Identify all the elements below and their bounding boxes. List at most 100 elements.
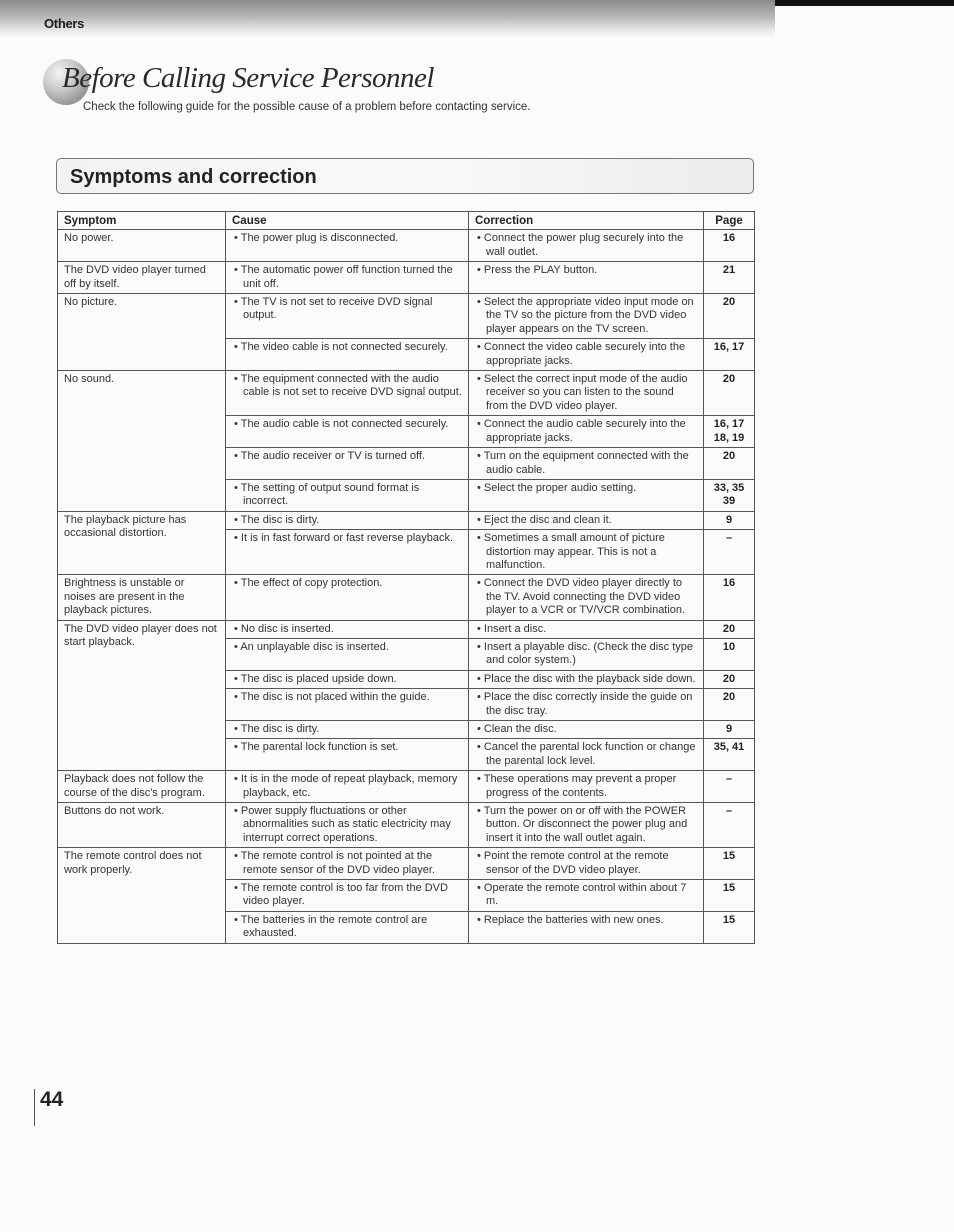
table-row: Buttons do not work. • Power supply fluct… bbox=[57, 802, 755, 849]
correction-text: Sometimes a small amount of picture dist… bbox=[483, 532, 665, 571]
correction-text: Place the disc with the playback side do… bbox=[483, 672, 696, 685]
correction-cell: • Place the disc correctly inside the gu… bbox=[468, 688, 704, 721]
cause-cell: • The remote control is not pointed at t… bbox=[225, 847, 469, 881]
bullet-icon: • bbox=[234, 373, 241, 386]
bullet-icon: • bbox=[234, 622, 241, 635]
symptom-cell: Brightness is unstable or noises are pre… bbox=[57, 574, 226, 621]
page-ref-cell: 35, 41 bbox=[703, 738, 755, 772]
cause-cell: • The audio cable is not connected secur… bbox=[225, 415, 469, 449]
cause-text: The disc is dirty. bbox=[240, 513, 320, 526]
bullet-icon: • bbox=[234, 341, 241, 354]
page-ref-cell: – bbox=[703, 529, 755, 576]
correction-cell: • Insert a disc. bbox=[468, 619, 704, 639]
bullet-icon: • bbox=[477, 850, 484, 863]
correction-cell: • Select the appropriate video input mod… bbox=[468, 293, 704, 340]
correction-text: Eject the disc and clean it. bbox=[483, 513, 612, 526]
header-correction: Correction bbox=[468, 210, 704, 231]
table-row: No power. • The power plug is disconnecte… bbox=[57, 229, 755, 263]
cause-text: The effect of copy protection. bbox=[240, 577, 383, 590]
header-band bbox=[0, 0, 775, 38]
correction-text: Select the proper audio setting. bbox=[483, 481, 637, 494]
bullet-icon: • bbox=[477, 691, 484, 704]
correction-cell: • Press the PLAY button. bbox=[468, 261, 704, 295]
correction-cell: • Connect the power plug securely into t… bbox=[468, 229, 704, 263]
table-row: The DVD video player does not start play… bbox=[57, 619, 755, 772]
symptom-cell: No picture. bbox=[57, 293, 226, 372]
page-number: 44 bbox=[40, 1088, 64, 1111]
correction-text: Connect the power plug securely into the… bbox=[483, 232, 684, 258]
section-header: Symptoms and correction bbox=[56, 158, 754, 194]
cause-cell: • The power plug is disconnected. bbox=[225, 229, 469, 263]
correction-cell: • Connect the audio cable securely into … bbox=[468, 415, 704, 449]
cause-cell: • It is in the mode of repeat playback, … bbox=[225, 770, 469, 804]
cause-text: No disc is inserted. bbox=[240, 622, 334, 635]
section-title: Symptoms and correction bbox=[70, 166, 317, 188]
page-ref-cell: 10 bbox=[703, 637, 755, 671]
cause-text: It is in the mode of repeat playback, me… bbox=[240, 773, 458, 799]
page-ref-cell: 20 bbox=[703, 370, 755, 417]
cause-cell: • The disc is dirty. bbox=[225, 719, 469, 740]
bullet-icon: • bbox=[234, 296, 241, 309]
bullet-icon: • bbox=[234, 450, 241, 463]
cause-text: The parental lock function is set. bbox=[240, 741, 399, 754]
page-ref-cell: 9 bbox=[703, 719, 755, 740]
cause-cell: • The parental lock function is set. bbox=[225, 738, 469, 772]
bullet-icon: • bbox=[477, 532, 484, 545]
table-body: No power. • The power plug is disconnecte… bbox=[57, 229, 755, 944]
table-row: No picture. • The TV is not set to receiv… bbox=[57, 293, 755, 372]
bullet-icon: • bbox=[234, 741, 241, 754]
bullet-icon: • bbox=[234, 264, 241, 277]
correction-text: Press the PLAY button. bbox=[483, 264, 598, 277]
correction-cell: • Cancel the parental lock function or c… bbox=[468, 738, 704, 772]
bullet-icon: • bbox=[477, 513, 484, 526]
correction-text: Select the appropriate video input mode … bbox=[483, 296, 694, 335]
page-ref-cell: 16 bbox=[703, 574, 755, 621]
correction-text: Cancel the parental lock function or cha… bbox=[483, 741, 696, 767]
correction-cell: • Point the remote control at the remote… bbox=[468, 847, 704, 881]
page-ref-cell: – bbox=[703, 770, 755, 804]
bullet-icon: • bbox=[234, 691, 241, 704]
cause-text: The audio receiver or TV is turned off. bbox=[240, 450, 425, 463]
cause-text: It is in fast forward or fast reverse pl… bbox=[240, 532, 454, 545]
page-ref-cell: 9 bbox=[703, 510, 755, 531]
cause-cell: • The remote control is too far from the… bbox=[225, 879, 469, 912]
bullet-icon: • bbox=[477, 341, 484, 354]
bullet-icon: • bbox=[477, 373, 484, 386]
correction-text: Connect the video cable securely into th… bbox=[483, 341, 686, 367]
cause-text: Power supply fluctuations or other abnor… bbox=[240, 805, 451, 844]
correction-text: Turn on the equipment connected with the… bbox=[483, 450, 689, 476]
cause-text: The disc is placed upside down. bbox=[240, 672, 397, 685]
bullet-icon: • bbox=[477, 264, 484, 277]
bullet-icon: • bbox=[477, 640, 484, 653]
cause-cell: • The automatic power off function turne… bbox=[225, 261, 469, 295]
page-ref-cell: 15 bbox=[703, 910, 755, 944]
correction-cell: • Turn the power on or off with the POWE… bbox=[468, 802, 704, 849]
table-row: The remote control does not work properl… bbox=[57, 847, 755, 944]
table-row: Brightness is unstable or noises are pre… bbox=[57, 574, 755, 621]
cause-text: The remote control is not pointed at the… bbox=[240, 850, 435, 876]
correction-cell: • Place the disc with the playback side … bbox=[468, 669, 704, 690]
symptom-cell: Playback does not follow the course of t… bbox=[57, 770, 226, 804]
bullet-icon: • bbox=[234, 850, 241, 863]
bullet-icon: • bbox=[477, 577, 484, 590]
bullet-icon: • bbox=[234, 672, 241, 685]
table-row: Playback does not follow the course of t… bbox=[57, 770, 755, 804]
bullet-icon: • bbox=[477, 418, 484, 431]
page-title: Before Calling Service Personnel bbox=[62, 62, 434, 94]
page-number-rule bbox=[34, 1089, 35, 1126]
correction-cell: • Replace the batteries with new ones. bbox=[468, 910, 704, 944]
correction-text: Point the remote control at the remote s… bbox=[483, 850, 669, 876]
cause-cell: • The TV is not set to receive DVD signa… bbox=[225, 293, 469, 340]
symptom-cell: The DVD video player turned off by itsel… bbox=[57, 261, 226, 295]
correction-text: Replace the batteries with new ones. bbox=[483, 913, 664, 926]
section-label: Others bbox=[44, 16, 85, 31]
symptom-cell: The DVD video player does not start play… bbox=[57, 619, 226, 772]
bullet-icon: • bbox=[477, 805, 484, 818]
bullet-icon: • bbox=[477, 723, 484, 735]
cause-text: The disc is dirty. bbox=[240, 723, 320, 735]
page-ref-cell: 15 bbox=[703, 879, 755, 912]
bullet-icon: • bbox=[477, 741, 484, 754]
header-cause: Cause bbox=[225, 210, 469, 231]
page-ref-cell: 15 bbox=[703, 847, 755, 881]
cause-cell: • It is in fast forward or fast reverse … bbox=[225, 529, 469, 576]
